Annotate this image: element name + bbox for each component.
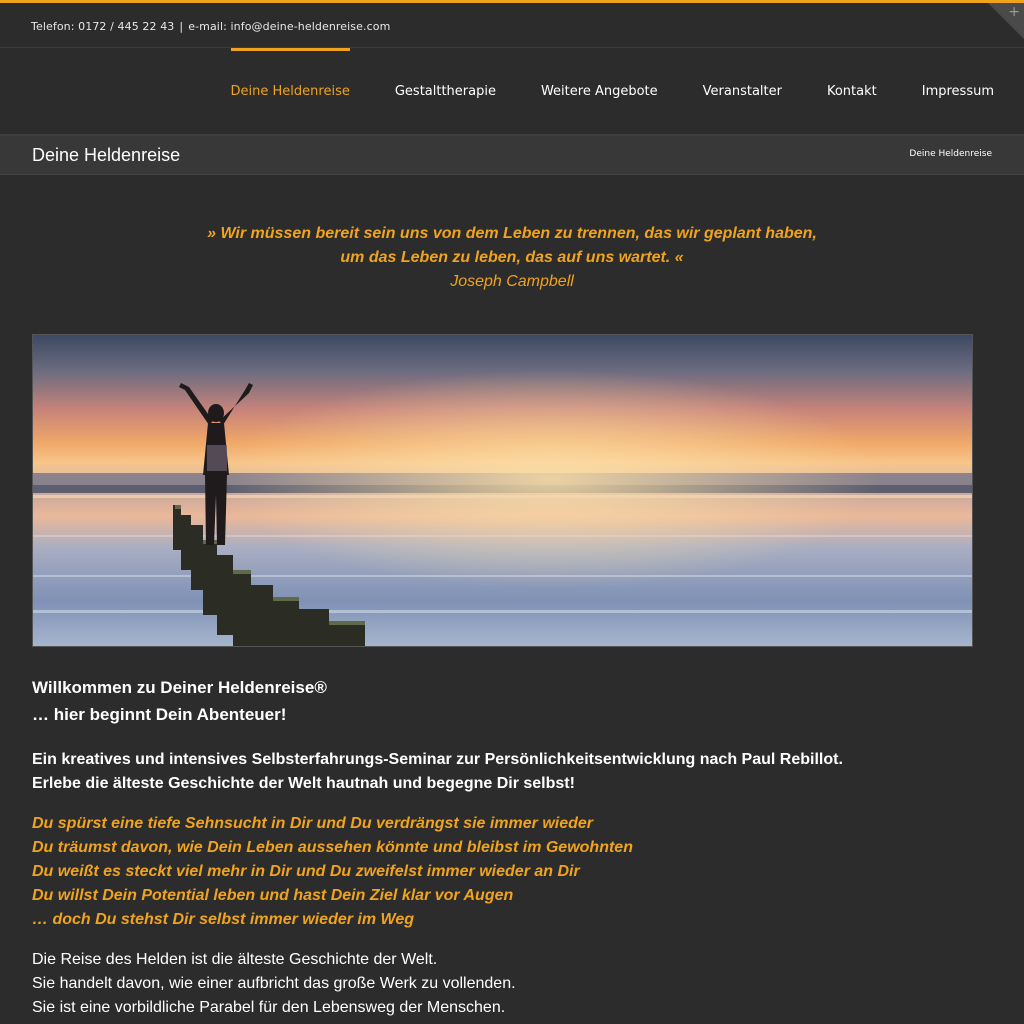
nav-item-weitere-angebote[interactable]: Weitere Angebote <box>541 48 658 134</box>
intro-paragraph: Ein kreatives und intensives Selbsterfah… <box>32 748 992 796</box>
contact-info: Telefon: 0172 / 445 22 43 | e-mail: info@d… <box>31 20 390 33</box>
page-title-bar: Deine Heldenreise Deine Heldenreise <box>0 136 1024 175</box>
story-line: Die Reise des Helden ist die älteste Ges… <box>32 951 438 968</box>
email-link[interactable]: e-mail: info@deine-heldenreise.com <box>188 20 390 33</box>
contact-separator: | <box>179 20 184 33</box>
longing-line: Du träumst davon, wie Dein Leben aussehe… <box>32 839 633 856</box>
plus-icon: + <box>1008 4 1020 20</box>
quote-line-1: » Wir müssen bereit sein uns von dem Leb… <box>207 225 817 242</box>
main-content: Willkommen zu Deiner Heldenreise® … hier… <box>32 674 992 1020</box>
nav-menu: Deine Heldenreise Gestalttherapie Weiter… <box>186 48 994 134</box>
nav-item-impressum[interactable]: Impressum <box>922 48 994 134</box>
nav-item-veranstalter[interactable]: Veranstalter <box>703 48 782 134</box>
nav-item-deine-heldenreise[interactable]: Deine Heldenreise <box>230 48 351 134</box>
quote-line-2: um das Leben zu leben, das auf uns warte… <box>340 249 684 266</box>
top-bar: Telefon: 0172 / 445 22 43 | e-mail: info@d… <box>0 0 1024 48</box>
hero-image <box>32 334 973 647</box>
intro-line: Erlebe die älteste Geschichte der Welt h… <box>32 775 575 792</box>
intro-line: Ein kreatives und intensives Selbsterfah… <box>32 751 843 768</box>
story-line: Sie handelt davon, wie einer aufbricht d… <box>32 975 516 992</box>
nav-item-kontakt[interactable]: Kontakt <box>827 48 877 134</box>
longing-paragraph: Du spürst eine tiefe Sehnsucht in Dir un… <box>32 812 992 932</box>
longing-line: Du willst Dein Potential leben und hast … <box>32 887 514 904</box>
sliding-bar-toggle[interactable]: + <box>988 3 1024 39</box>
welcome-line: Willkommen zu Deiner Heldenreise® <box>32 678 327 697</box>
quote-author: Joseph Campbell <box>450 273 574 290</box>
story-paragraph: Die Reise des Helden ist die älteste Ges… <box>32 948 992 1020</box>
longing-line: Du spürst eine tiefe Sehnsucht in Dir un… <box>32 815 594 832</box>
main-navigation: Deine Heldenreise Gestalttherapie Weiter… <box>0 48 1024 136</box>
phone-number: Telefon: 0172 / 445 22 43 <box>31 20 175 33</box>
sunset-sea-image <box>33 335 972 646</box>
page-title: Deine Heldenreise <box>32 145 181 165</box>
longing-line: Du weißt es steckt viel mehr in Dir und … <box>32 863 580 880</box>
breadcrumb: Deine Heldenreise <box>909 149 992 159</box>
campbell-quote: » Wir müssen bereit sein uns von dem Leb… <box>0 222 1024 294</box>
welcome-heading: Willkommen zu Deiner Heldenreise® … hier… <box>32 674 992 728</box>
longing-line: … doch Du stehst Dir selbst immer wieder… <box>32 911 415 928</box>
nav-item-gestalttherapie[interactable]: Gestalttherapie <box>395 48 496 134</box>
story-line: Sie ist eine vorbildliche Parabel für de… <box>32 999 506 1016</box>
welcome-line: … hier beginnt Dein Abenteuer! <box>32 705 287 724</box>
